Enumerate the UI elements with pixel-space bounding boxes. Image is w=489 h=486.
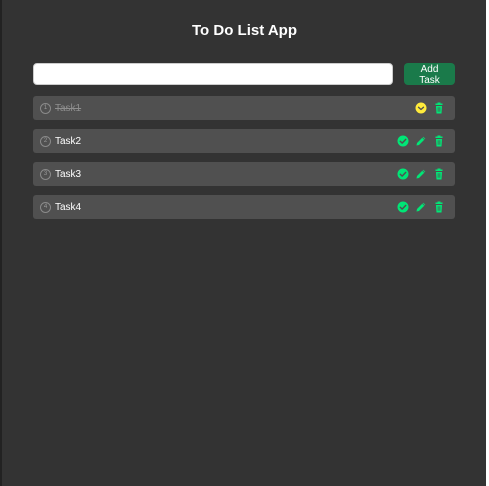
- task-actions: [415, 102, 445, 114]
- check-circle-icon[interactable]: [397, 135, 409, 147]
- task-input[interactable]: [33, 63, 393, 85]
- trash-icon[interactable]: [433, 201, 445, 213]
- task-text[interactable]: Task3: [55, 169, 81, 180]
- add-task-button[interactable]: Add Task: [404, 63, 455, 86]
- trash-icon[interactable]: [433, 168, 445, 180]
- task-number-icon: 2: [40, 135, 51, 147]
- task-actions: [397, 135, 445, 147]
- pencil-icon[interactable]: [415, 135, 427, 147]
- trash-icon[interactable]: [433, 102, 445, 114]
- task-text[interactable]: Task1: [55, 103, 81, 114]
- pencil-icon[interactable]: [415, 168, 427, 180]
- task-row: 4 Task4: [33, 195, 455, 219]
- check-circle-icon[interactable]: [397, 201, 409, 213]
- task-number-icon: 1: [40, 102, 51, 114]
- task-list: 1 Task1 2 Task2 3 Task3 4 Task4: [33, 96, 455, 228]
- task-number-icon: 4: [40, 201, 51, 213]
- task-row: 3 Task3: [33, 162, 455, 186]
- app-title: To Do List App: [192, 22, 297, 39]
- pencil-icon[interactable]: [415, 201, 427, 213]
- task-row: 1 Task1: [33, 96, 455, 120]
- task-row: 2 Task2: [33, 129, 455, 153]
- check-circle-icon[interactable]: [415, 102, 427, 114]
- task-actions: [397, 201, 445, 213]
- window-frame-left: [0, 0, 2, 486]
- check-circle-icon[interactable]: [397, 168, 409, 180]
- task-text[interactable]: Task2: [55, 136, 81, 147]
- task-actions: [397, 168, 445, 180]
- task-text[interactable]: Task4: [55, 202, 81, 213]
- task-number-icon: 3: [40, 168, 51, 180]
- trash-icon[interactable]: [433, 135, 445, 147]
